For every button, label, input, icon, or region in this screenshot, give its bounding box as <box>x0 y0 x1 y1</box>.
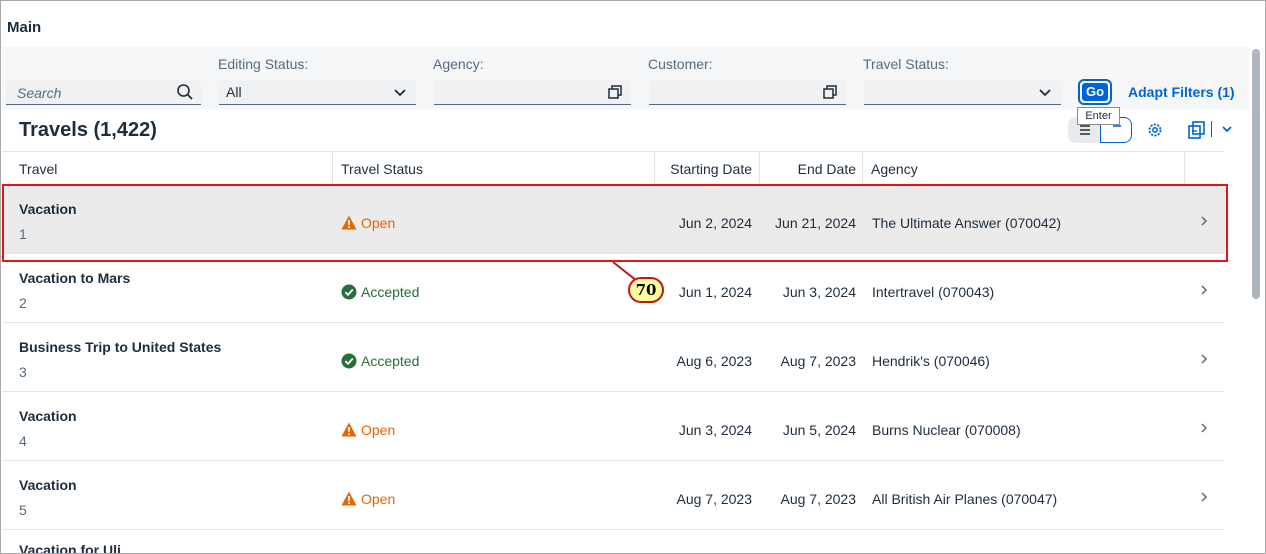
agency-cell: Hendrik's (070046) <box>872 353 990 369</box>
warning-icon <box>341 491 357 506</box>
go-button[interactable]: Go <box>1078 79 1112 105</box>
toolbar-separator <box>1211 121 1212 137</box>
status-text: Accepted <box>361 353 420 369</box>
go-tooltip: Enter <box>1077 107 1120 125</box>
adapt-filters-button[interactable]: Adapt Filters (1) <box>1128 84 1235 100</box>
column-divider <box>862 152 863 185</box>
table-row[interactable]: Vacation 4 Open Jun 3, 2024 Jun 5, 2024 … <box>2 393 1225 461</box>
app-window: Main Search Editing Status: All Agency: <box>0 0 1266 554</box>
scrollbar-thumb[interactable] <box>1252 49 1260 299</box>
go-button-label: Go <box>1082 83 1108 101</box>
travel-id: 5 <box>19 502 27 518</box>
value-help-icon[interactable] <box>821 83 839 101</box>
settings-gear-icon[interactable] <box>1146 121 1164 139</box>
travel-status-select[interactable] <box>864 80 1061 105</box>
agency-cell: All British Air Planes (070047) <box>872 491 1058 507</box>
agency-cell: Burns Nuclear (070008) <box>872 422 1021 438</box>
column-header-agency[interactable]: Agency <box>871 161 918 177</box>
end-date: Jun 3, 2024 <box>782 284 856 300</box>
warning-icon <box>341 422 357 437</box>
travel-id: 3 <box>19 364 27 380</box>
column-divider <box>1184 152 1185 185</box>
navigation-chevron-icon[interactable] <box>1199 215 1209 227</box>
travel-name: Vacation <box>19 408 77 424</box>
navigation-chevron-icon[interactable] <box>1199 491 1209 503</box>
end-date: Jun 5, 2024 <box>782 422 856 438</box>
travel-id: 4 <box>19 433 27 449</box>
list-icon <box>1080 125 1090 135</box>
end-date: Jun 21, 2024 <box>775 215 856 231</box>
end-date: Aug 7, 2023 <box>780 353 856 369</box>
column-divider <box>759 152 760 185</box>
step-badge: 70 <box>628 277 664 303</box>
table-row[interactable]: Business Trip to United States 3 Accepte… <box>2 324 1225 392</box>
starting-date: Aug 7, 2023 <box>676 491 752 507</box>
navigation-chevron-icon[interactable] <box>1199 422 1209 434</box>
travel-name: Business Trip to United States <box>19 339 222 355</box>
starting-date: Aug 6, 2023 <box>676 353 752 369</box>
status-text: Open <box>361 422 396 438</box>
success-check-icon <box>341 353 357 369</box>
travel-status-label: Travel Status: <box>863 56 949 72</box>
navigation-chevron-icon[interactable] <box>1199 353 1209 365</box>
callout-pointer <box>612 261 638 282</box>
table-row[interactable]: Vacation 5 Open Aug 7, 2023 Aug 7, 2023 … <box>2 462 1225 530</box>
navigation-chevron-icon[interactable] <box>1199 284 1209 296</box>
column-header-end-date[interactable]: End Date <box>798 161 856 177</box>
travel-name: Vacation <box>19 477 77 493</box>
starting-date: Jun 3, 2024 <box>678 422 752 438</box>
agency-cell: The Ultimate Answer (070042) <box>872 215 1062 231</box>
export-icon[interactable] <box>1188 121 1208 139</box>
partial-row-name: Vacation for Uli <box>19 542 121 554</box>
chevron-down-icon[interactable] <box>1221 124 1233 134</box>
agency-cell: Intertravel (070043) <box>872 284 995 300</box>
chevron-down-icon <box>1039 89 1051 97</box>
status-text: Open <box>361 491 396 507</box>
end-date: Aug 7, 2023 <box>780 491 856 507</box>
